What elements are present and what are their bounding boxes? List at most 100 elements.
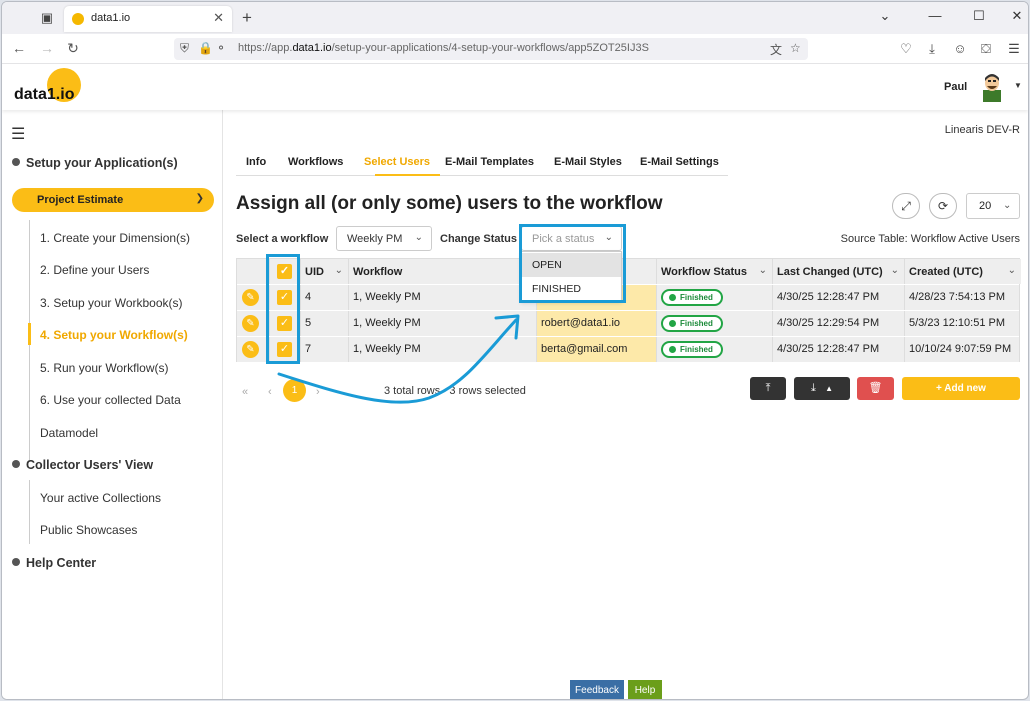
table-row[interactable]: ✎ ✓ 7 1, Weekly PM berta@gmail.com Finis… <box>237 336 1019 362</box>
back-icon[interactable]: ← <box>10 40 28 56</box>
select-workflow-label: Select a workflow <box>236 233 329 245</box>
tab-overview-icon[interactable]: ▣ <box>38 9 56 27</box>
upload-icon: ⤒ <box>765 382 771 394</box>
new-tab-icon[interactable]: + <box>238 9 256 27</box>
tab-workflows[interactable]: Workflows <box>288 156 343 168</box>
tab-list-chevron-icon[interactable]: ⌄ <box>876 8 894 24</box>
selected-tab-underline <box>375 174 440 176</box>
col-uid-header[interactable]: UID ⌄ <box>301 259 349 284</box>
current-page-button[interactable]: 1 <box>283 379 306 402</box>
cell-email: robert@data1.io <box>537 311 657 336</box>
avatar[interactable] <box>979 72 1005 102</box>
edit-icon[interactable]: ✎ <box>242 341 259 358</box>
chevron-down-icon: ⌄ <box>1007 265 1016 276</box>
add-new-button[interactable]: + Add new <box>902 377 1020 400</box>
tab-email-templates[interactable]: E-Mail Templates <box>445 156 534 168</box>
next-page-icon[interactable]: › <box>316 386 320 398</box>
table-row[interactable]: ✎ ✓ 4 1, Weekly PM Finished 4/30/25 12:2… <box>237 284 1019 310</box>
sidebar: ☰ Setup your Application(s) Project Esti… <box>2 110 223 699</box>
download-icon[interactable]: ⤓ <box>924 41 940 57</box>
sidebar-item-active-collections[interactable]: Your active Collections <box>40 491 161 505</box>
workflow-select[interactable]: Weekly PM ⌄ <box>336 226 432 251</box>
chevron-down-icon: ⌄ <box>334 265 343 276</box>
sidebar-item-workflows[interactable]: 4. Setup your Workflow(s) <box>40 328 188 342</box>
col-changed-header[interactable]: Last Changed (UTC) ⌄ <box>773 259 905 284</box>
delete-button[interactable]: 🗑 <box>857 377 894 400</box>
tab-email-settings[interactable]: E-Mail Settings <box>640 156 719 168</box>
download-button[interactable]: ⤓ ▲ <box>794 377 850 400</box>
tab-email-styles[interactable]: E-Mail Styles <box>554 156 622 168</box>
sidebar-item-users[interactable]: 2. Define your Users <box>40 263 149 277</box>
status-dropdown-highlight <box>519 224 626 303</box>
trash-icon: 🗑 <box>868 382 883 394</box>
reload-icon[interactable]: ↻ <box>64 40 82 57</box>
chevron-down-icon: ⌄ <box>890 265 899 276</box>
sidebar-item-public-showcases[interactable]: Public Showcases <box>40 523 137 537</box>
browser-nav-bar: ← → ↻ ⛨ 🔒 ⚬ https://app.data1.io/setup-y… <box>2 34 1028 64</box>
sidebar-section-help[interactable]: Help Center <box>12 556 96 570</box>
bookmark-star-icon[interactable]: ☆ <box>790 41 801 55</box>
tab-info[interactable]: Info <box>246 156 266 168</box>
translate-icon[interactable]: 文 <box>770 41 782 58</box>
sidebar-item-dimensions[interactable]: 1. Create your Dimension(s) <box>40 231 190 245</box>
browser-tab[interactable]: data1.io ✕ <box>64 6 232 32</box>
cell-uid: 4 <box>301 285 349 310</box>
sidebar-item-run-workflows[interactable]: 5. Run your Workflow(s) <box>40 361 168 375</box>
extensions-icon[interactable]: ⛋ <box>978 41 994 57</box>
user-menu-caret-icon[interactable]: ▼ <box>1014 81 1022 90</box>
maximize-icon[interactable]: ☐ <box>970 8 988 24</box>
edit-icon[interactable]: ✎ <box>242 315 259 332</box>
user-name[interactable]: Paul <box>944 81 967 93</box>
pagination-info: 3 total rows 3 rows selected <box>384 385 526 397</box>
account-icon[interactable]: ☺ <box>952 41 968 56</box>
cell-uid: 5 <box>301 311 349 336</box>
col-created-header[interactable]: Created (UTC) ⌄ <box>905 259 1021 284</box>
sidebar-item-workbooks[interactable]: 3. Setup your Workbook(s) <box>40 296 183 310</box>
menu-icon[interactable]: ☰ <box>1006 41 1022 57</box>
url-text[interactable]: https://app.data1.io/setup-your-applicat… <box>238 42 649 54</box>
forward-icon[interactable]: → <box>38 40 56 56</box>
close-tab-icon[interactable]: ✕ <box>213 10 224 26</box>
pocket-icon[interactable]: ♡ <box>898 41 914 57</box>
refresh-button[interactable]: ⟳ <box>929 193 957 219</box>
col-workflow-header[interactable]: Workflow <box>349 259 537 284</box>
lock-icon[interactable]: 🔒 <box>198 41 213 55</box>
minimize-icon[interactable]: — <box>926 8 944 23</box>
project-select-label: Project Estimate <box>37 194 124 206</box>
page-size-value: 20 <box>979 200 992 212</box>
hamburger-icon[interactable]: ☰ <box>11 124 25 144</box>
edit-icon[interactable]: ✎ <box>242 289 259 306</box>
project-select[interactable]: Project Estimate ❯ <box>12 188 214 212</box>
col-status-header[interactable]: Workflow Status ⌄ <box>657 259 773 284</box>
tab-title: data1.io <box>91 12 131 24</box>
first-page-icon[interactable]: « <box>242 386 248 398</box>
feedback-button[interactable]: Feedback <box>570 680 624 699</box>
page-size-select[interactable]: 20 ⌄ <box>966 193 1020 219</box>
cell-created: 4/28/23 7:54:13 PM <box>909 291 1006 303</box>
sidebar-item-collected-data[interactable]: 6. Use your collected Data <box>40 393 181 407</box>
page-title: Assign all (or only some) users to the w… <box>236 193 663 214</box>
close-window-icon[interactable]: ✕ <box>1008 8 1026 24</box>
permissions-icon[interactable]: ⚬ <box>216 41 226 55</box>
chevron-down-icon: ❯ <box>195 193 204 204</box>
cell-uid: 7 <box>301 337 349 362</box>
logo[interactable]: data1.io <box>14 86 74 104</box>
source-table-label: Source Table: Workflow Active Users <box>840 233 1020 245</box>
cell-workflow: 1, Weekly PM <box>349 337 537 362</box>
browser-tab-bar: ▣ data1.io ✕ + ⌄ — ☐ ✕ <box>2 2 1028 34</box>
shield-icon[interactable]: ⛨ <box>180 41 189 56</box>
sidebar-section-setup[interactable]: Setup your Application(s) <box>12 156 178 170</box>
help-button[interactable]: Help <box>628 680 662 699</box>
upload-button[interactable]: ⤒ <box>750 377 786 400</box>
sidebar-section-collector[interactable]: Collector Users' View <box>12 458 153 472</box>
sidebar-item-datamodel[interactable]: Datamodel <box>40 426 98 440</box>
caret-up-icon[interactable]: ▲ <box>825 384 833 393</box>
change-status-label: Change Status <box>440 233 518 245</box>
refresh-icon: ⟳ <box>937 199 949 213</box>
url-bar[interactable]: ⛨ 🔒 ⚬ https://app.data1.io/setup-your-ap… <box>174 38 808 60</box>
expand-button[interactable]: ⤢ <box>892 193 920 219</box>
tab-select-users[interactable]: Select Users <box>364 156 430 168</box>
prev-page-icon[interactable]: ‹ <box>268 386 272 398</box>
cell-last-changed: 4/30/25 12:29:54 PM <box>773 311 905 336</box>
table-row[interactable]: ✎ ✓ 5 1, Weekly PM robert@data1.io Finis… <box>237 310 1019 336</box>
